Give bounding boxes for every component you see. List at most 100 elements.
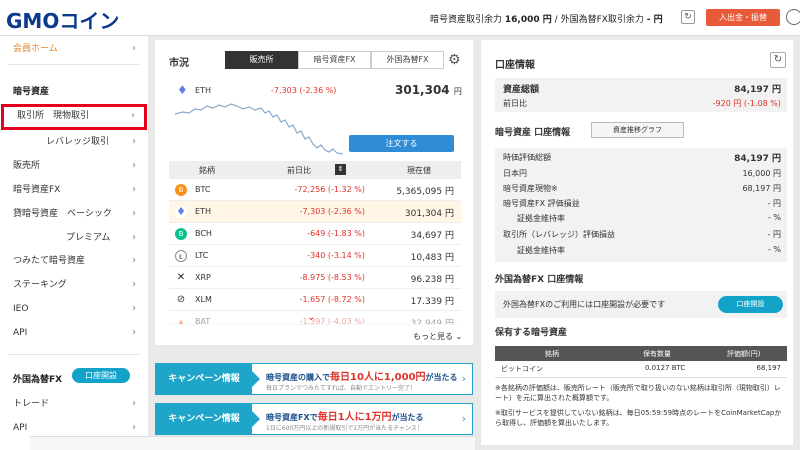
deposit-withdraw-button[interactable]: 入出金・振替 xyxy=(706,9,780,26)
total-assets-label: 資産総額 xyxy=(503,85,540,95)
row-symbol: XRP xyxy=(195,273,211,282)
btc-icon: B xyxy=(175,184,187,196)
prev-day-value: -920 円 (-1.08 %) xyxy=(712,99,781,108)
valuation-note: ※各銘柄の評価額は、販売所レート（販売所で取り扱いのない銘柄は取引所（現物取引）… xyxy=(495,384,781,402)
col-change: 前日比 xyxy=(287,166,311,175)
sidebar-item-lending-basic[interactable]: 貸暗号資産 ベーシック › xyxy=(0,203,148,225)
chevron-right-icon: › xyxy=(131,110,135,121)
crypto-account-box: 時価評価総額 84,197 円 日本円 16,000 円 暗号資産現物※ 68,… xyxy=(495,148,787,262)
sidebar: 会員ホーム › 暗号資産 取引所 現物取引 › レバレッジ取引 › 販売所 › 暗号資産… xyxy=(0,36,148,450)
chevron-right-icon: › xyxy=(132,43,136,54)
sidebar-section-crypto: 暗号資産 xyxy=(13,87,50,97)
row-change: -72,256 (-1.32 %) xyxy=(294,185,365,194)
market-tabs: 販売所 暗号資産FX 外国為替FX xyxy=(225,51,444,69)
table-row[interactable]: B BTC -72,256 (-1.32 %) 5,365,095 円 xyxy=(169,179,461,201)
col-symbol: 銘柄 xyxy=(199,166,215,175)
sidebar-item-tsumitate[interactable]: つみたて暗号資産 › xyxy=(0,250,148,272)
tab-forex-fx[interactable]: 外国為替FX xyxy=(371,51,444,69)
campaign-text: が当たる xyxy=(425,373,458,382)
account-row-label: 証拠金維持率 xyxy=(517,214,565,223)
chevron-right-icon: › xyxy=(461,412,466,425)
trade-power-label: 暗号資産取引余力 xyxy=(430,15,503,25)
row-price: 32.949 円 xyxy=(410,319,454,325)
user-icon[interactable] xyxy=(786,9,800,25)
row-symbol: BCH xyxy=(195,229,212,238)
chevron-down-icon: ⌄ xyxy=(455,332,463,341)
account-row-value: 68,197 円 xyxy=(742,184,781,193)
account-row-label: 暗号資産現物※ xyxy=(503,184,558,193)
xrp-icon: ✕ xyxy=(175,272,187,284)
campaign-text: が当たる xyxy=(391,413,424,422)
holding-name: ビットコイン xyxy=(501,365,543,373)
market-panel: 市況 販売所 暗号資産FX 外国為替FX ⚙ ♦ ETH -7,303 (-2.… xyxy=(155,40,473,345)
account-row-label: 証拠金維持率 xyxy=(517,246,565,255)
row-symbol: BTC xyxy=(195,185,211,194)
sidebar-item-exchange-spot[interactable]: 取引所 現物取引 › xyxy=(1,104,147,130)
table-row[interactable]: B BCH -649 (-1.83 %) 34,697 円 xyxy=(169,223,461,245)
sidebar-item-lending-premium[interactable]: プレミアム › xyxy=(0,227,148,249)
sidebar-item-home[interactable]: 会員ホーム › xyxy=(0,38,148,60)
order-button[interactable]: 注文する xyxy=(349,135,454,152)
table-row[interactable]: ♦ ETH -7,303 (-2.36 %) 301,304 円 xyxy=(169,201,461,223)
table-row[interactable]: ⊘ XLM -1.657 (-8.72 %) 17.339 円 xyxy=(169,289,461,311)
table-row[interactable]: ビットコイン 0.0127 BTC 68,197 xyxy=(495,361,787,378)
sidebar-item-label: プレミアム xyxy=(66,233,111,243)
account-row-value: 84,197 円 xyxy=(734,154,781,164)
col-name: 銘柄 xyxy=(545,350,559,358)
refresh-icon[interactable]: ↻ xyxy=(681,10,695,24)
campaign-tag: キャンペーン情報 xyxy=(156,364,260,394)
fx-account-title: 外国為替FX 口座情報 xyxy=(495,275,584,285)
sidebar-item-api[interactable]: API › xyxy=(0,322,148,344)
campaign-subtext: 1日に600万円以上の新規取引で1万円が当たるチャンス！ xyxy=(266,425,423,432)
table-row[interactable]: Ł LTC -340 (-3.14 %) 10,483 円 xyxy=(169,245,461,267)
xlm-icon: ⊘ xyxy=(175,294,187,306)
total-assets-value: 84,197 円 xyxy=(734,85,781,95)
account-row-value: - % xyxy=(767,245,781,254)
campaign-banner[interactable]: キャンペーン情報 暗号資産FXで毎日1人に1万円が当たる 1日に600万円以上の… xyxy=(155,403,473,435)
gear-icon[interactable]: ⚙ xyxy=(448,52,461,68)
chevron-right-icon: › xyxy=(461,372,466,385)
campaign-banner[interactable]: キャンペーン情報 暗号資産の購入で毎日10人に1,000円が当たる 毎日プランで… xyxy=(155,363,473,395)
separator: / xyxy=(554,15,558,25)
row-change: -1.657 (-8.72 %) xyxy=(299,295,365,304)
sort-icon[interactable]: ⇕ xyxy=(335,164,346,175)
chevron-down-icon[interactable]: ⌄ xyxy=(307,312,315,323)
row-change: -340 (-3.14 %) xyxy=(307,251,365,260)
sidebar-item-crypto-fx[interactable]: 暗号資産FX › xyxy=(0,179,148,201)
tab-crypto-fx[interactable]: 暗号資産FX xyxy=(298,51,371,69)
show-more-label: もっと見る xyxy=(413,332,453,341)
account-row-label: 暗号資産FX 評価損益 xyxy=(503,199,580,208)
gmo-coin-logo[interactable]: GMOコイン xyxy=(6,5,119,34)
fx-open-account-button[interactable]: 口座開設 xyxy=(718,296,783,313)
sidebar-item-broker[interactable]: 販売所 › xyxy=(0,155,148,177)
sidebar-item-fx-trade[interactable]: トレード › xyxy=(0,393,148,415)
sidebar-item-leverage[interactable]: レバレッジ取引 › xyxy=(0,131,148,153)
campaign-highlight: 毎日10人に1,000円 xyxy=(330,372,426,383)
bottom-bar xyxy=(30,436,475,450)
fx-open-account-button[interactable]: 口座開設 xyxy=(72,368,130,383)
campaign-text: 暗号資産FXで xyxy=(266,413,318,422)
sidebar-item-staking[interactable]: ステーキング › xyxy=(0,274,148,296)
sidebar-item-label: ステーキング xyxy=(13,280,67,290)
table-row[interactable]: ✕ XRP -8.975 (-8.53 %) 96.238 円 xyxy=(169,267,461,289)
asset-graph-button[interactable]: 資産推移グラフ xyxy=(591,122,684,138)
campaign-tag: キャンペーン情報 xyxy=(156,404,260,434)
sidebar-item-label: API xyxy=(13,328,28,338)
bat-icon: ▲ xyxy=(175,316,187,324)
chevron-right-icon: › xyxy=(132,136,136,147)
chevron-right-icon: › xyxy=(132,303,136,314)
show-more-link[interactable]: もっと見る ⌄ xyxy=(413,331,462,342)
valuation-note: ※取引サービスを提供していない銘柄は、毎日05:59:59時点のレートをCoin… xyxy=(495,409,782,427)
row-symbol: ETH xyxy=(195,207,211,216)
holding-qty: 0.0127 BTC xyxy=(645,364,686,372)
row-symbol: LTC xyxy=(195,251,209,260)
chevron-right-icon: › xyxy=(132,398,136,409)
tab-broker[interactable]: 販売所 xyxy=(225,51,298,69)
sidebar-item-ieo[interactable]: IEO › xyxy=(0,298,148,320)
sidebar-item-label: 暗号資産FX xyxy=(13,185,61,195)
row-price: 96.238 円 xyxy=(410,275,454,285)
row-price: 5,365,095 円 xyxy=(396,187,454,197)
holdings-table-header: 銘柄 保有数量 評価額(円) xyxy=(495,346,787,361)
eth-icon: ♦ xyxy=(175,205,187,218)
refresh-icon[interactable]: ↻ xyxy=(770,52,786,68)
